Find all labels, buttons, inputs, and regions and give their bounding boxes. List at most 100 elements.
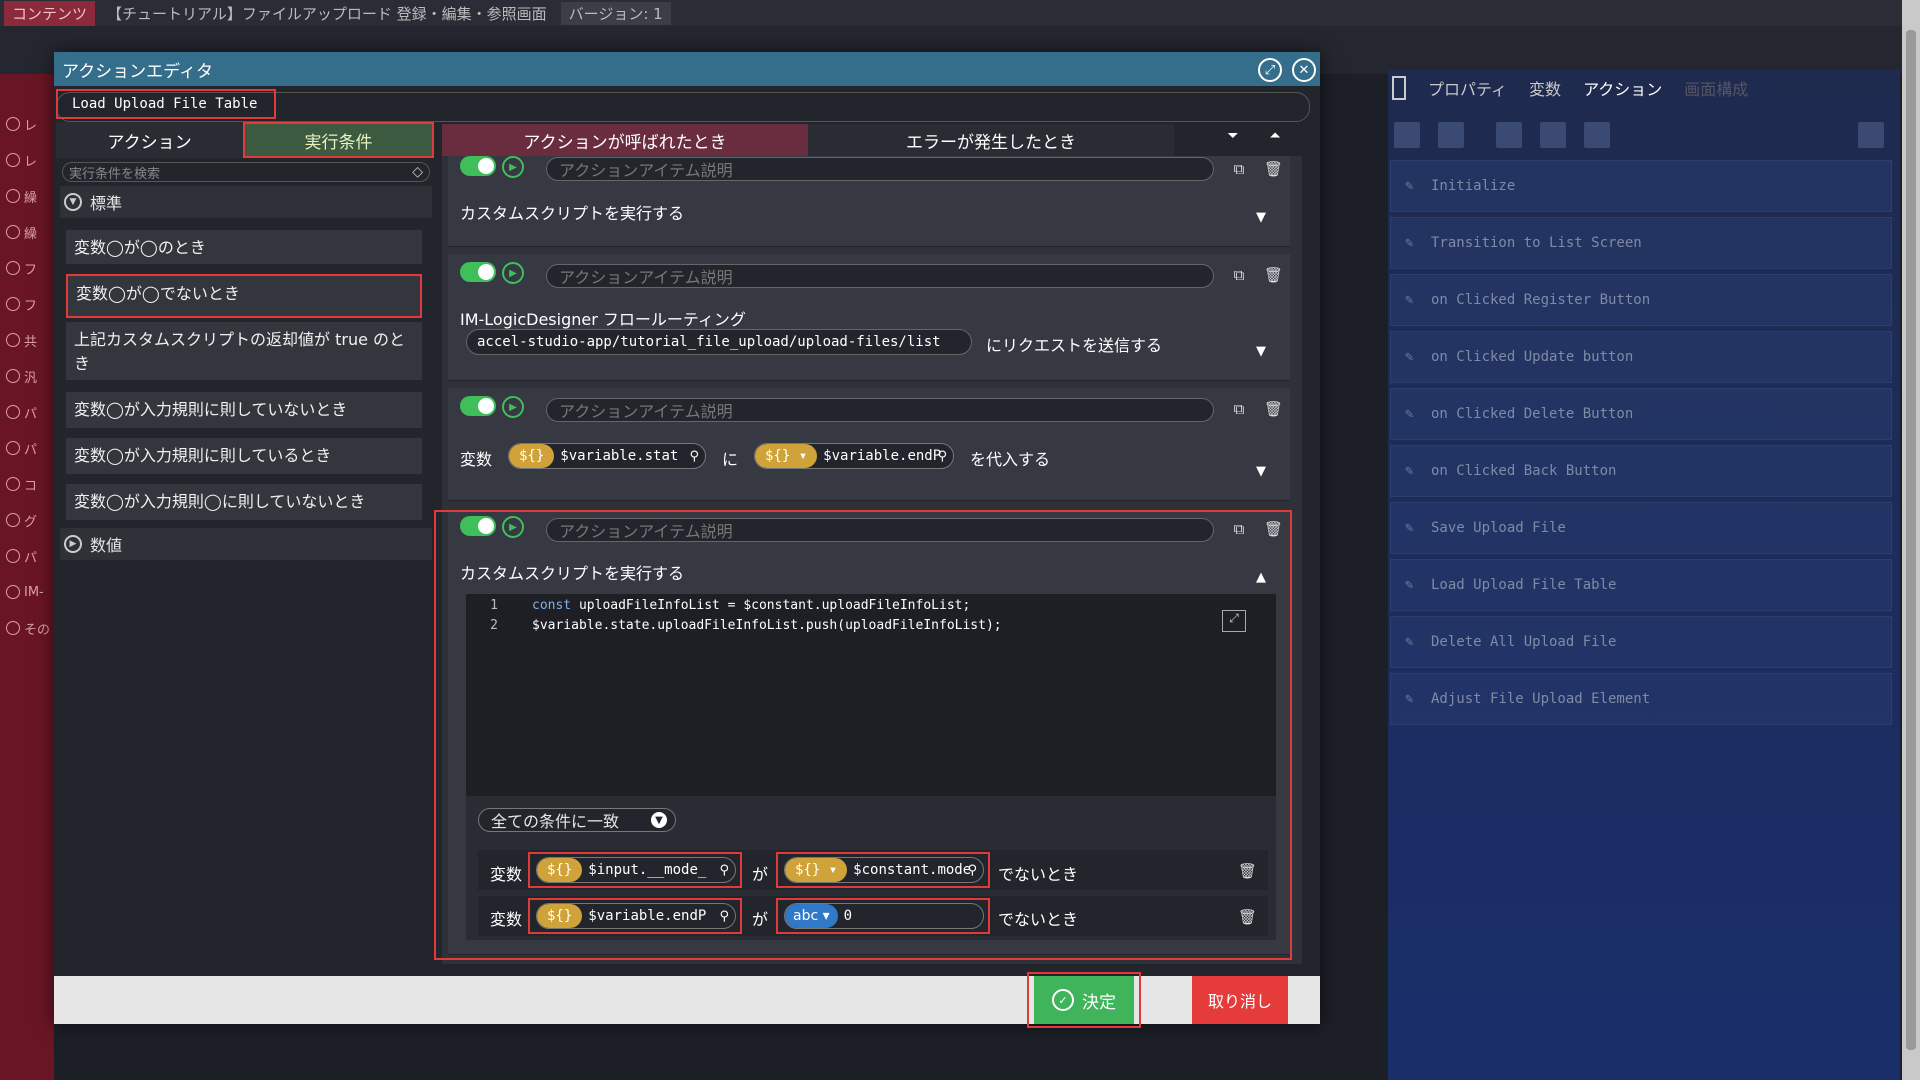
palette-item[interactable]: 共 <box>6 330 54 350</box>
expression-type-badge[interactable]: ${} <box>509 444 555 468</box>
close-icon[interactable]: ✕ <box>1292 58 1316 82</box>
trash-icon[interactable]: 🗑 <box>1264 266 1283 284</box>
flow-url-field[interactable]: accel-studio-app/tutorial_file_upload/up… <box>466 329 972 355</box>
scrollbar-thumb[interactable] <box>1906 30 1916 1050</box>
duplicate-icon[interactable] <box>1540 122 1566 148</box>
copy-action-icon[interactable] <box>1438 122 1464 148</box>
palette-item[interactable]: グ <box>6 510 54 530</box>
action-list-item[interactable]: ✎ on Clicked Update button <box>1390 331 1892 383</box>
condition-item[interactable]: 変数◯が入力規則◯に則していないとき <box>66 484 422 520</box>
expression-type-badge[interactable]: ${} <box>537 858 583 882</box>
clear-search-icon[interactable]: ◇ <box>412 164 423 180</box>
cond-right-variable[interactable]: ${} ▾ $constant.mode ⚲ <box>784 857 984 883</box>
action-list-item[interactable]: ✎ Transition to List Screen <box>1390 217 1892 269</box>
run-icon[interactable]: ▶ <box>502 156 524 178</box>
version-badge[interactable]: バージョン: 1 <box>560 1 671 25</box>
trash-icon[interactable]: 🗑 <box>1264 520 1283 538</box>
trash-icon[interactable]: 🗑 <box>1238 862 1257 880</box>
palette-item[interactable]: パ <box>6 402 54 422</box>
panel-pin-icon[interactable] <box>1392 76 1406 100</box>
search-icon[interactable]: ⚲ <box>719 863 729 878</box>
condition-item[interactable]: 変数◯が◯のとき <box>66 230 422 264</box>
action-list-item[interactable]: ✎ Save Upload File <box>1390 502 1892 554</box>
value-type-dropdown[interactable]: abc ▾ <box>785 904 838 928</box>
tab-execution-condition[interactable]: 実行条件 <box>243 122 434 158</box>
action-list-item[interactable]: ✎ Initialize <box>1390 160 1892 212</box>
condition-item[interactable]: 変数◯が入力規則に則していないとき <box>66 392 422 428</box>
trash-icon[interactable]: 🗑 <box>1264 400 1283 418</box>
script-editor[interactable]: 1 const uploadFileInfoList = $constant.u… <box>466 594 1276 796</box>
cond-right-value[interactable]: abc ▾ 0 <box>784 903 984 929</box>
trash-icon[interactable]: 🗑 <box>1238 908 1257 926</box>
condition-item[interactable]: 変数◯が入力規則に則しているとき <box>66 438 422 474</box>
enable-toggle[interactable] <box>460 262 496 282</box>
variable-selector[interactable]: ${} ▾ $variable.endP ⚲ <box>754 443 954 469</box>
enable-toggle[interactable] <box>460 156 496 176</box>
action-list-item[interactable]: ✎ Delete All Upload File <box>1390 616 1892 668</box>
copy-icon[interactable]: ⧉ <box>1230 266 1248 284</box>
item-description-input[interactable]: アクションアイテム説明 <box>546 157 1214 181</box>
search-icon[interactable]: ⚲ <box>967 863 977 878</box>
cancel-button[interactable]: 取り消し <box>1192 976 1288 1024</box>
tab-on-called[interactable]: アクションが呼ばれたとき <box>442 124 808 156</box>
action-list-item[interactable]: ✎ Load Upload File Table <box>1390 559 1892 611</box>
palette-item[interactable]: コ <box>6 474 54 494</box>
condition-group-numeric[interactable]: ▶ 数値 <box>60 528 432 560</box>
copy-icon[interactable]: ⧉ <box>1230 160 1248 178</box>
item-description-input[interactable]: アクションアイテム説明 <box>546 264 1214 288</box>
export-icon[interactable] <box>1584 122 1610 148</box>
item-description-input[interactable]: アクションアイテム説明 <box>546 398 1214 422</box>
palette-item[interactable]: レ <box>6 114 54 134</box>
palette-item[interactable]: フ <box>6 294 54 314</box>
palette-item[interactable]: その <box>6 618 54 638</box>
enable-toggle[interactable] <box>460 396 496 416</box>
delete-action-icon[interactable] <box>1858 122 1884 148</box>
copy-icon[interactable]: ⧉ <box>1230 400 1248 418</box>
expression-type-badge[interactable]: ${} <box>537 904 583 928</box>
chevron-down-icon[interactable]: ▼ <box>1250 464 1272 480</box>
palette-item[interactable]: パ <box>6 438 54 458</box>
match-mode-select[interactable]: 全ての条件に一致 ▼ <box>478 808 676 832</box>
tab-variables[interactable]: 変数 <box>1529 76 1561 100</box>
variable-selector[interactable]: ${} $variable.stat ⚲ <box>508 443 706 469</box>
tab-action[interactable]: アクション <box>56 122 243 158</box>
run-icon[interactable]: ▶ <box>502 516 524 538</box>
run-icon[interactable]: ▶ <box>502 262 524 284</box>
expand-dialog-icon[interactable]: ⤢ <box>1258 58 1282 82</box>
chevron-down-icon[interactable]: ▼ <box>1250 210 1272 226</box>
condition-item-selected[interactable]: 変数◯が◯でないとき <box>66 274 422 318</box>
trash-icon[interactable]: 🗑 <box>1264 160 1283 178</box>
tab-on-error[interactable]: エラーが発生したとき <box>808 124 1174 156</box>
import-icon[interactable] <box>1496 122 1522 148</box>
chevron-up-icon[interactable]: ▲ <box>1250 570 1272 586</box>
run-icon[interactable]: ▶ <box>502 396 524 418</box>
palette-item[interactable]: レ <box>6 150 54 170</box>
action-name-value[interactable]: Load Upload File Table <box>56 89 276 119</box>
ok-button[interactable]: ✓ 決定 <box>1034 976 1134 1024</box>
chevron-down-icon[interactable]: ▼ <box>1250 344 1272 360</box>
tab-screen-layout[interactable]: 画面構成 <box>1684 76 1748 100</box>
expression-type-dropdown[interactable]: ${} ▾ <box>755 444 818 468</box>
action-list-item[interactable]: ✎ on Clicked Delete Button <box>1390 388 1892 440</box>
open-editor-icon[interactable]: ⤢ <box>1222 610 1246 632</box>
palette-item[interactable]: 繰 <box>6 186 54 206</box>
tab-properties[interactable]: プロパティ <box>1428 76 1507 100</box>
palette-item[interactable]: IM- <box>6 582 54 602</box>
search-icon[interactable]: ⚲ <box>719 909 729 924</box>
search-icon[interactable]: ⚲ <box>937 449 947 464</box>
item-description-input[interactable]: アクションアイテム説明 <box>546 518 1214 542</box>
add-action-icon[interactable] <box>1394 122 1420 148</box>
tab-actions[interactable]: アクション <box>1583 76 1662 100</box>
action-list-item[interactable]: ✎ on Clicked Register Button <box>1390 274 1892 326</box>
palette-item[interactable]: フ <box>6 258 54 278</box>
palette-item[interactable]: 繰 <box>6 222 54 242</box>
enable-toggle[interactable] <box>460 516 496 536</box>
expression-type-dropdown[interactable]: ${} ▾ <box>785 858 848 882</box>
action-list-item[interactable]: ✎ Adjust File Upload Element <box>1390 673 1892 725</box>
palette-item[interactable]: 汎 <box>6 366 54 386</box>
cond-left-variable[interactable]: ${} $input.__mode_ ⚲ <box>536 857 736 883</box>
search-icon[interactable]: ⚲ <box>689 449 699 464</box>
condition-search-input[interactable]: 実行条件を検索 ◇ <box>62 162 430 182</box>
copy-icon[interactable]: ⧉ <box>1230 520 1248 538</box>
palette-item[interactable]: パ <box>6 546 54 566</box>
